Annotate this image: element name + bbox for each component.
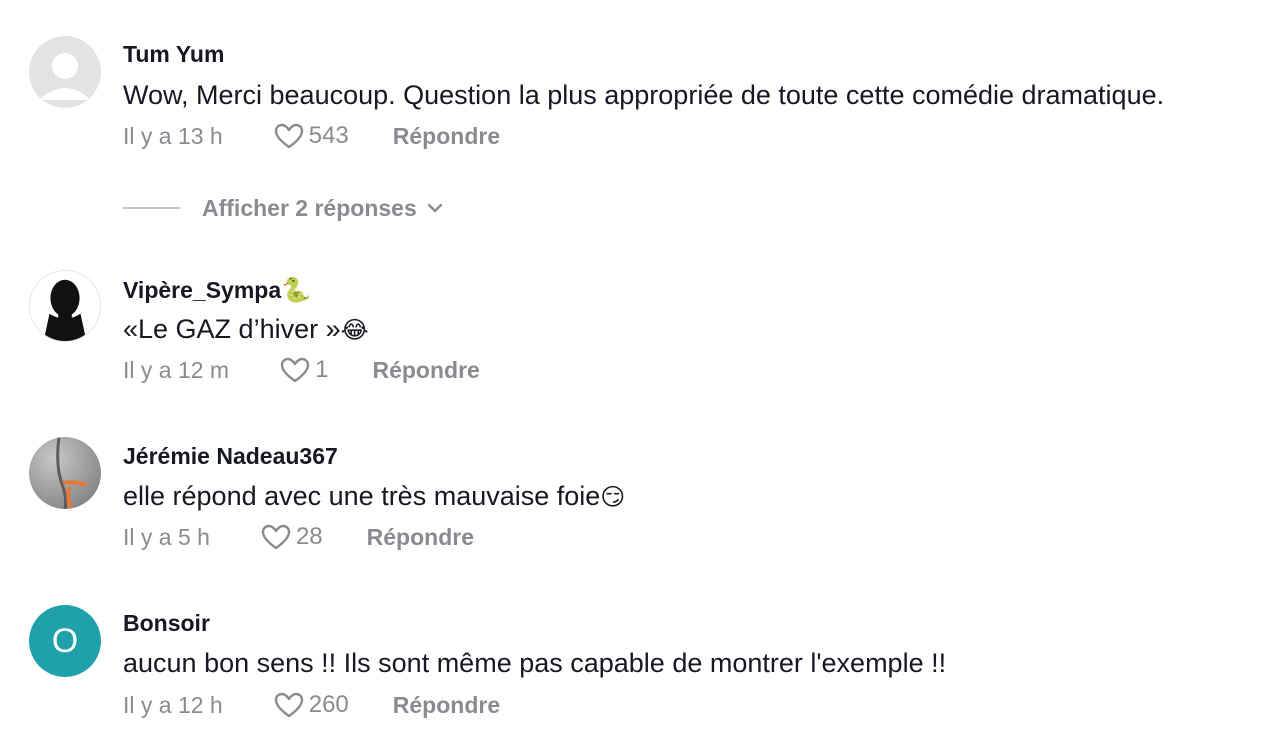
username-text: Vipère_Sympa <box>123 277 282 303</box>
heart-icon <box>274 123 303 149</box>
like-button[interactable]: 28 <box>260 523 323 551</box>
comment-text: elle répond avec une très mauvaise foie😏 <box>123 481 625 512</box>
avatar[interactable]: O <box>29 605 101 677</box>
avatar[interactable] <box>29 437 101 509</box>
comment-time: Il y a 5 h <box>123 523 210 550</box>
heart-icon <box>261 524 291 550</box>
heart-icon <box>274 692 303 718</box>
silhouette-avatar-icon <box>43 279 87 341</box>
comment-text: aucun bon sens !! Ils sont même pas capa… <box>123 648 947 678</box>
photo-avatar-icon <box>56 437 88 509</box>
comment-time: Il y a 13 h <box>123 122 223 149</box>
comment-username[interactable]: Vipère_Sympa🐍 <box>123 276 311 304</box>
avatar[interactable] <box>29 270 101 342</box>
comment-username[interactable]: Bonsoir <box>123 610 210 637</box>
heart-icon <box>280 357 310 383</box>
reply-button[interactable]: Répondre <box>367 524 474 551</box>
comment-meta: Il y a 12 m 1 Répondre <box>123 355 480 385</box>
comment-username[interactable]: Tum Yum <box>123 41 224 68</box>
laughing-emoji: 😂 <box>340 316 369 344</box>
like-count: 543 <box>308 122 349 149</box>
comment-username[interactable]: Jérémie Nadeau367 <box>123 443 338 470</box>
like-button[interactable]: 260 <box>273 691 349 719</box>
default-avatar-icon <box>39 53 91 100</box>
reply-button[interactable]: Répondre <box>393 123 500 150</box>
chevron-down-icon <box>427 203 442 213</box>
snake-emoji: 🐍 <box>281 276 312 304</box>
like-button[interactable]: 543 <box>273 122 349 150</box>
comment-text: Wow, Merci beaucoup. Question la plus ap… <box>123 80 1165 110</box>
comment-meta: Il y a 13 h 543 Répondre <box>123 121 500 151</box>
comment-meta: Il y a 5 h 28 Répondre <box>123 522 474 552</box>
comment-meta: Il y a 12 h 260 Répondre <box>123 690 500 720</box>
avatar-letter: O <box>51 621 79 660</box>
view-replies-button[interactable]: Afficher 2 réponses <box>123 193 443 223</box>
reply-button[interactable]: Répondre <box>393 692 500 719</box>
avatar[interactable] <box>29 36 101 108</box>
like-count: 28 <box>295 523 323 550</box>
like-button[interactable]: 1 <box>279 356 328 384</box>
comment-text: «Le GAZ d’hiver »😂 <box>123 314 369 345</box>
smirk-emoji: 😏 <box>600 483 626 511</box>
divider-line <box>123 207 180 209</box>
like-count: 260 <box>308 691 349 718</box>
comment-time: Il y a 12 h <box>123 691 223 718</box>
reply-button[interactable]: Répondre <box>372 357 479 384</box>
comment-text-body: «Le GAZ d’hiver » <box>123 314 341 344</box>
comment-time: Il y a 12 m <box>123 356 230 383</box>
comment-text-body: elle répond avec une très mauvaise foie <box>123 481 601 511</box>
view-replies-label: Afficher 2 réponses <box>202 194 417 221</box>
like-count: 1 <box>315 356 329 383</box>
